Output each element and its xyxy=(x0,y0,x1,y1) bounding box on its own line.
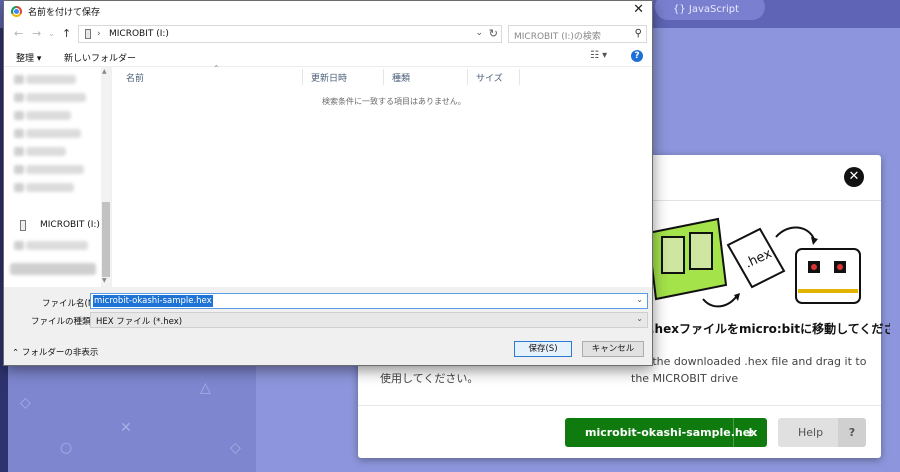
decor-icon: ✕ xyxy=(120,420,132,436)
download-icon: ⭳ xyxy=(733,418,767,447)
modal-instruction-en: ate the downloaded .hex file and drag it… xyxy=(631,355,867,385)
scroll-up-icon[interactable]: ▲ xyxy=(102,68,107,75)
search-icon: ⚲ xyxy=(634,28,642,39)
blurred-nav-item[interactable] xyxy=(26,147,66,156)
chevron-down-icon[interactable]: ⌄ xyxy=(475,28,483,38)
blurred-item-icon xyxy=(14,183,24,192)
empty-results-message: 検索条件に一致する項目はありません。 xyxy=(322,97,466,106)
close-icon[interactable]: ✕ xyxy=(844,167,864,187)
nav-item-label: MICROBIT (I:) xyxy=(40,220,100,230)
address-bar[interactable]: › MICROBIT (I:) ⌄ ↻ xyxy=(78,25,502,43)
filetype-select[interactable]: HEX ファイル (*.hex) ⌄ xyxy=(90,312,648,328)
blurred-nav-item[interactable] xyxy=(26,111,71,120)
view-options-icon[interactable]: ☷ ▾ xyxy=(590,50,607,61)
modal-instruction-jp: 使用してください。 xyxy=(380,372,479,385)
javascript-tab[interactable]: {} JavaScript xyxy=(655,0,765,20)
filename-value: microbit-okashi-sample.hex xyxy=(93,295,213,307)
dialog-lower-panel: ファイル名(N): microbit-okashi-sample.hex ⌄ フ… xyxy=(4,287,652,365)
help-button-label: Help xyxy=(798,426,824,439)
blurred-nav-item[interactable] xyxy=(26,93,86,102)
chrome-icon xyxy=(11,6,22,17)
save-button[interactable]: 保存(S) xyxy=(514,341,572,357)
dialog-titlebar: 名前を付けて保存 ✕ xyxy=(4,1,652,21)
drag-hex-illustration: .hex xyxy=(648,217,861,308)
blurred-item-icon xyxy=(14,111,24,120)
cancel-button[interactable]: キャンセル xyxy=(582,341,644,357)
back-arrow-icon[interactable]: ← xyxy=(14,27,23,40)
blurred-nav-item[interactable] xyxy=(26,129,81,138)
refresh-icon[interactable]: ↻ xyxy=(489,27,498,40)
hide-folders-toggle[interactable]: ⌃ フォルダーの非表示 xyxy=(12,346,98,358)
blurred-item-icon xyxy=(14,93,24,102)
column-label: 名前 xyxy=(126,74,145,84)
chevron-down-icon[interactable]: ⌄ xyxy=(636,295,643,304)
sort-ascending-icon: ⌃ xyxy=(213,64,220,73)
blurred-item-icon xyxy=(14,147,24,156)
column-header-modified[interactable]: 更新日時 xyxy=(302,69,384,85)
new-folder-button[interactable]: 新しいフォルダー xyxy=(64,51,136,64)
decor-icon: ◇ xyxy=(230,440,241,456)
drive-icon xyxy=(85,29,91,39)
dialog-toolbar: 整理 ▾ 新しいフォルダー ☷ ▾ ? xyxy=(4,47,652,67)
address-row: ← → ⌄ ↑ › MICROBIT (I:) ⌄ ↻ MICROBIT (I:… xyxy=(4,21,652,47)
file-list: 名前 ⌃ 更新日時 種類 サイズ 検索条件に一致する項目はありません。 xyxy=(112,64,652,287)
blurred-item-icon xyxy=(14,165,24,174)
search-input[interactable]: MICROBIT (I:)の検索 ⚲ xyxy=(508,25,647,43)
help-button[interactable]: Help ? xyxy=(778,418,866,447)
dialog-title: 名前を付けて保存 xyxy=(28,8,101,18)
close-icon[interactable]: ✕ xyxy=(633,2,644,17)
scroll-down-icon[interactable]: ▼ xyxy=(102,277,107,284)
blurred-nav-item[interactable] xyxy=(26,75,76,84)
chevron-down-icon[interactable]: ⌄ xyxy=(636,314,643,323)
decor-icon: ○ xyxy=(60,440,73,456)
navigation-pane: MICROBIT (I:) ▲ ▼ xyxy=(4,67,111,287)
decor-icon: ◇ xyxy=(20,395,31,411)
nav-scrollbar[interactable]: ▲ ▼ xyxy=(101,67,111,287)
blurred-item-icon xyxy=(14,129,24,138)
blurred-nav-item[interactable] xyxy=(26,165,84,174)
forward-arrow-icon[interactable]: → xyxy=(32,27,41,40)
blurred-item-icon xyxy=(14,75,24,84)
help-question-icon: ? xyxy=(838,418,866,447)
nav-item-microbit[interactable]: MICROBIT (I:) xyxy=(14,219,106,233)
filetype-value: HEX ファイル (*.hex) xyxy=(96,317,183,327)
column-header-name[interactable]: 名前 ⌃ xyxy=(118,64,304,85)
search-placeholder: MICROBIT (I:)の検索 xyxy=(514,32,601,42)
modal-heading: .hexファイルをmicro:bitに移動してくださ xyxy=(650,322,890,336)
download-button[interactable]: microbit-okashi-sample.hex ⭳ xyxy=(565,418,767,447)
hide-folders-label: フォルダーの非表示 xyxy=(21,348,99,358)
help-icon[interactable]: ? xyxy=(631,50,643,62)
chevron-up-icon: ⌃ xyxy=(12,348,22,358)
blurred-nav-item[interactable] xyxy=(26,183,74,192)
breadcrumb-chevron-icon[interactable]: › xyxy=(97,29,101,39)
usb-drive-icon xyxy=(20,220,26,231)
blurred-nav-item-selected[interactable] xyxy=(10,263,96,275)
modal-footer-divider xyxy=(358,405,881,406)
history-chevron-icon[interactable]: ⌄ xyxy=(48,29,55,38)
organize-menu[interactable]: 整理 ▾ xyxy=(16,51,41,64)
column-header-size[interactable]: サイズ xyxy=(468,69,520,85)
up-arrow-icon[interactable]: ↑ xyxy=(62,27,71,40)
blurred-nav-item[interactable] xyxy=(26,241,88,250)
filename-field[interactable]: microbit-okashi-sample.hex ⌄ xyxy=(90,293,648,309)
column-header-type[interactable]: 種類 xyxy=(384,69,468,85)
decor-icon: △ xyxy=(200,380,211,396)
save-as-dialog: 名前を付けて保存 ✕ ← → ⌄ ↑ › MICROBIT (I:) ⌄ ↻ M… xyxy=(3,0,653,366)
download-button-label: microbit-okashi-sample.hex xyxy=(585,426,758,439)
breadcrumb-location[interactable]: MICROBIT (I:) xyxy=(109,29,169,39)
blurred-item-icon xyxy=(14,241,24,250)
scroll-thumb[interactable] xyxy=(102,202,110,277)
